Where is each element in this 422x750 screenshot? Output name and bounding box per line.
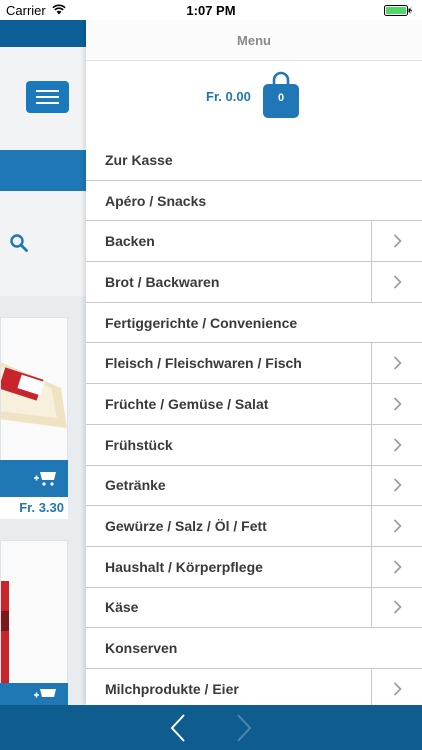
menu-item-label: Milchprodukte / Eier bbox=[105, 680, 239, 697]
chevron-right-icon bbox=[393, 397, 402, 411]
search-icon[interactable] bbox=[10, 234, 28, 252]
bottom-toolbar bbox=[0, 705, 422, 750]
chevron-right-icon bbox=[393, 682, 402, 696]
submenu-chevron-button[interactable] bbox=[371, 668, 422, 705]
chevron-right-icon bbox=[393, 438, 402, 452]
menu-item[interactable]: Backen bbox=[86, 221, 422, 263]
cart-count: 0 bbox=[277, 92, 285, 104]
menu-item-label: Brot / Backwaren bbox=[105, 273, 220, 290]
product-card[interactable] bbox=[0, 317, 68, 462]
menu-item-label: Früchte / Gemüse / Salat bbox=[105, 395, 269, 412]
app-top-bar bbox=[0, 20, 86, 47]
menu-item-label: Käse bbox=[105, 599, 139, 616]
submenu-chevron-button[interactable] bbox=[371, 506, 422, 546]
add-to-cart-button[interactable] bbox=[0, 460, 68, 497]
menu-title: Menu bbox=[86, 20, 422, 61]
chevron-right-icon bbox=[393, 356, 402, 370]
submenu-chevron-button[interactable] bbox=[371, 384, 422, 424]
background-shop-view: Fr. 3.30 bbox=[0, 20, 86, 705]
menu-item-label: Zur Kasse bbox=[105, 151, 173, 168]
submenu-chevron-button[interactable] bbox=[371, 262, 422, 302]
menu-item[interactable]: Getränke bbox=[86, 465, 422, 507]
chevron-right-icon bbox=[393, 519, 402, 533]
menu-item-label: Fertiggerichte / Convenience bbox=[105, 314, 298, 331]
status-bar: Carrier 1:07 PM bbox=[0, 0, 422, 20]
menu-item[interactable]: Konserven bbox=[86, 628, 422, 669]
menu-item-label: Apéro / Snacks bbox=[105, 192, 207, 209]
menu-item[interactable]: Frühstück bbox=[86, 424, 422, 466]
product-image bbox=[1, 581, 9, 686]
add-to-cart-button[interactable] bbox=[0, 683, 68, 705]
menu-item-label: Getränke bbox=[105, 477, 166, 494]
chevron-right-icon bbox=[393, 234, 402, 248]
clock: 1:07 PM bbox=[186, 3, 236, 18]
submenu-chevron-button[interactable] bbox=[371, 465, 422, 506]
battery-icon bbox=[384, 5, 412, 16]
product-price: Fr. 3.30 bbox=[0, 497, 68, 519]
chevron-right-icon bbox=[393, 275, 402, 289]
menu-item[interactable]: Käse bbox=[86, 587, 422, 629]
chevron-right-icon bbox=[393, 478, 402, 492]
category-bar bbox=[0, 150, 86, 191]
submenu-chevron-button[interactable] bbox=[371, 343, 422, 384]
menu-item[interactable]: Brot / Backwaren bbox=[86, 262, 422, 303]
menu-item-label: Haushalt / Körperpflege bbox=[105, 558, 263, 575]
side-menu: Menu Fr. 0.00 0 Zur Kasse Apéro / Snacks B… bbox=[86, 20, 422, 705]
submenu-chevron-button[interactable] bbox=[371, 546, 422, 587]
menu-item[interactable]: Zur Kasse bbox=[86, 140, 422, 181]
chevron-right-icon bbox=[393, 560, 402, 574]
submenu-chevron-button[interactable] bbox=[371, 221, 422, 262]
menu-item-label: Frühstück bbox=[105, 436, 173, 453]
submenu-chevron-button[interactable] bbox=[371, 424, 422, 465]
chevron-right-icon[interactable] bbox=[232, 713, 254, 743]
chevron-right-icon bbox=[393, 600, 402, 614]
menu-item-label: Backen bbox=[105, 233, 155, 250]
cart-total: Fr. 0.00 bbox=[206, 89, 251, 104]
menu-item[interactable]: Gewürze / Salz / Öl / Fett bbox=[86, 506, 422, 547]
add-cart-icon bbox=[34, 689, 56, 698]
hamburger-icon[interactable] bbox=[26, 81, 69, 113]
menu-item[interactable]: Apéro / Snacks bbox=[86, 181, 422, 222]
menu-item[interactable]: Früchte / Gemüse / Salat bbox=[86, 384, 422, 425]
menu-item-label: Konserven bbox=[105, 640, 178, 657]
product-card[interactable] bbox=[0, 540, 68, 686]
category-list: Zur Kasse Apéro / Snacks Backen Brot / Back… bbox=[86, 140, 422, 705]
menu-item[interactable]: Milchprodukte / Eier bbox=[86, 668, 422, 705]
cart-summary[interactable]: Fr. 0.00 0 bbox=[86, 61, 422, 140]
menu-item[interactable]: Fleisch / Fleischwaren / Fisch bbox=[86, 343, 422, 385]
chevron-left-icon[interactable] bbox=[168, 713, 190, 743]
submenu-chevron-button[interactable] bbox=[371, 587, 422, 628]
menu-item-label: Fleisch / Fleischwaren / Fisch bbox=[105, 355, 302, 372]
menu-item[interactable]: Haushalt / Körperpflege bbox=[86, 546, 422, 588]
add-cart-icon bbox=[34, 472, 56, 486]
menu-item-label: Gewürze / Salz / Öl / Fett bbox=[105, 518, 267, 535]
menu-item[interactable]: Fertiggerichte / Convenience bbox=[86, 303, 422, 344]
product-image bbox=[1, 362, 67, 428]
